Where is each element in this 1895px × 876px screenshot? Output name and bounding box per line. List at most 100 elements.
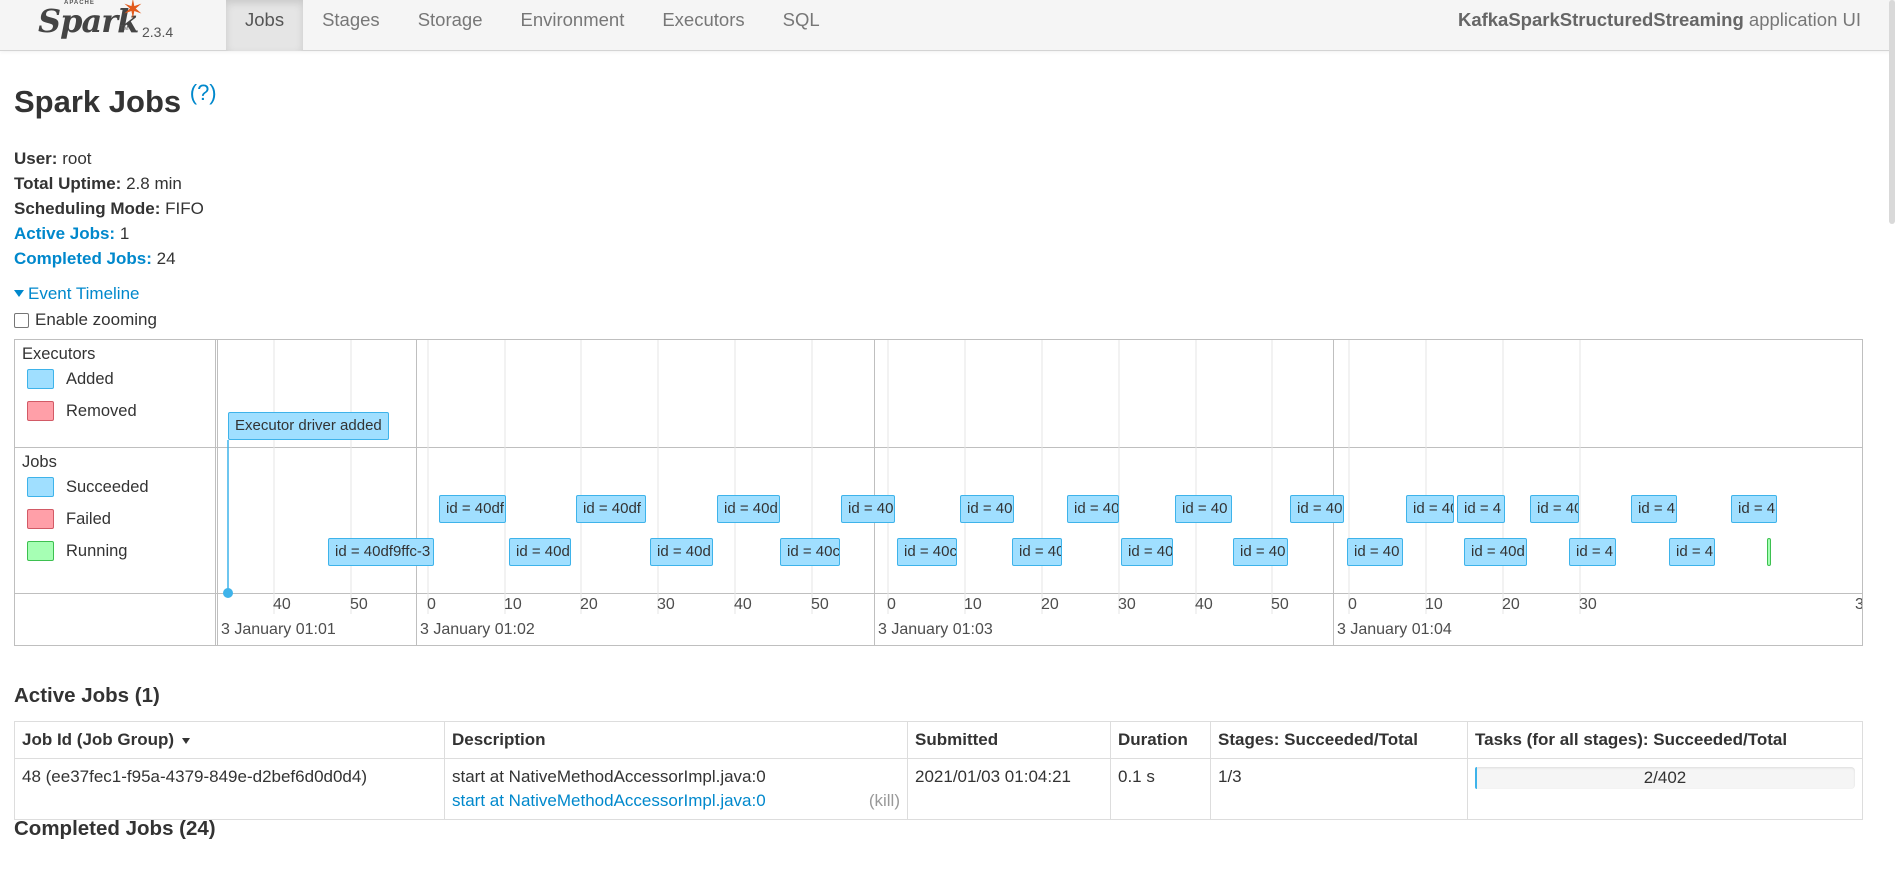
page-scrollbar[interactable] — [1889, 0, 1895, 224]
page-title: Spark Jobs (?) — [14, 80, 217, 120]
col-job-id[interactable]: Job Id (Job Group) — [14, 721, 445, 759]
succeeded-job-item[interactable]: id = 40df — [576, 495, 646, 523]
cell-description: start at NativeMethodAccessorImpl.java:0… — [444, 758, 908, 820]
minor-tick-label: 0 — [427, 596, 436, 613]
succeeded-job-item[interactable]: id = 4 — [1457, 495, 1505, 523]
active-jobs-link[interactable]: Active Jobs: — [14, 224, 115, 243]
legend-failed-swatch — [27, 509, 54, 529]
executor-added-marker-dot — [223, 588, 233, 598]
minor-tick-label: 0 — [887, 596, 896, 613]
succeeded-job-item[interactable]: id = 40 — [1121, 538, 1173, 566]
succeeded-job-item[interactable]: id = 40 — [1175, 495, 1232, 523]
tab-jobs[interactable]: Jobs — [226, 0, 304, 51]
tab-storage[interactable]: Storage — [399, 0, 502, 51]
spark-logo[interactable]: APACHE Spark ✶ TM 2.3.4 — [38, 0, 188, 50]
legend-running-swatch — [27, 541, 54, 561]
col-tasks[interactable]: Tasks (for all stages): Succeeded/Total — [1467, 721, 1863, 759]
succeeded-job-item[interactable]: id = 4 — [1569, 538, 1616, 566]
timeline-groups: Executors Added Removed Jobs Succeeded F… — [15, 340, 216, 645]
tab-environment[interactable]: Environment — [501, 0, 643, 51]
minor-tick-label: 30 — [1579, 596, 1597, 613]
summary-completed-jobs: Completed Jobs: 24 — [14, 246, 204, 271]
legend-failed-label: Failed — [66, 509, 111, 528]
succeeded-job-item[interactable]: id = 40df9ffc-3 — [328, 538, 434, 566]
col-description[interactable]: Description — [444, 721, 908, 759]
expand-arrow-icon — [14, 290, 24, 298]
minor-tick-label: 50 — [811, 596, 829, 613]
succeeded-job-item[interactable]: id = 40d — [717, 495, 780, 523]
succeeded-job-item[interactable]: id = 40df — [439, 495, 506, 523]
col-duration[interactable]: Duration — [1110, 721, 1211, 759]
summary-scheduling: Scheduling Mode: FIFO — [14, 196, 204, 221]
active-jobs-table: Job Id (Job Group) Description Submitted… — [14, 721, 1863, 820]
top-navbar: APACHE Spark ✶ TM 2.3.4 Jobs Stages Stor… — [0, 0, 1895, 51]
job-description-text: start at NativeMethodAccessorImpl.java:0 — [452, 767, 766, 786]
event-timeline[interactable]: Executors Added Removed Jobs Succeeded F… — [14, 339, 1863, 646]
succeeded-job-item[interactable]: id = 4 — [1669, 538, 1715, 566]
minor-tick-label: 30 — [1118, 596, 1136, 613]
completed-jobs-heading[interactable]: Completed Jobs (24) — [14, 817, 216, 841]
succeeded-job-item[interactable]: id = 40c — [897, 538, 957, 566]
succeeded-job-item[interactable]: id = 4 — [1631, 495, 1677, 523]
summary-uptime: Total Uptime: 2.8 min — [14, 171, 204, 196]
succeeded-job-item[interactable]: id = 40d — [509, 538, 571, 566]
kill-job-button[interactable]: (kill) — [869, 791, 900, 811]
minor-tick-label: 10 — [1425, 596, 1443, 613]
spark-version: 2.3.4 — [142, 24, 174, 40]
minor-tick-label: 40 — [734, 596, 752, 613]
minor-tick-label: 10 — [504, 596, 522, 613]
tasks-progress-bar: 2/402 — [1475, 767, 1855, 789]
major-tick-label: 3 January 01:01 — [221, 621, 336, 638]
jobs-group-title: Jobs — [22, 453, 57, 471]
succeeded-job-item[interactable]: id = 40 — [960, 495, 1014, 523]
summary-user-value: root — [62, 149, 92, 168]
succeeded-job-item[interactable]: id = 40 — [1406, 495, 1454, 523]
minor-tick-label: 50 — [1271, 596, 1289, 613]
cell-submitted: 2021/01/03 01:04:21 — [907, 758, 1111, 820]
active-jobs-heading[interactable]: Active Jobs (1) — [14, 684, 160, 708]
enable-zooming[interactable]: Enable zooming — [14, 310, 157, 330]
succeeded-job-item[interactable]: id = 40 — [1012, 538, 1062, 566]
enable-zooming-checkbox[interactable] — [14, 312, 29, 328]
succeeded-job-item[interactable]: id = 40d — [650, 538, 713, 566]
help-link[interactable]: (?) — [190, 80, 217, 105]
legend-removed-swatch — [27, 401, 54, 421]
succeeded-job-item[interactable]: id = 40 — [1530, 495, 1579, 523]
running-job-item[interactable] — [1767, 538, 1771, 566]
col-job-id-label: Job Id (Job Group) — [22, 730, 175, 749]
legend-added: Added — [27, 369, 114, 389]
col-submitted[interactable]: Submitted — [907, 721, 1111, 759]
col-stages[interactable]: Stages: Succeeded/Total — [1210, 721, 1468, 759]
application-title: KafkaSparkStructuredStreaming applicatio… — [1458, 9, 1861, 31]
succeeded-job-item[interactable]: id = 40 — [1067, 495, 1119, 523]
legend-removed-label: Removed — [66, 401, 137, 420]
succeeded-job-item[interactable]: id = 40 — [1233, 538, 1288, 566]
trademark-text: TM — [120, 26, 129, 32]
description-actions: start at NativeMethodAccessorImpl.java:0… — [452, 791, 900, 811]
executor-driver-added-event[interactable]: Executor driver added — [228, 412, 389, 440]
tab-stages[interactable]: Stages — [303, 0, 399, 51]
succeeded-job-item[interactable]: id = 4 — [1731, 495, 1777, 523]
tab-sql[interactable]: SQL — [764, 0, 839, 51]
succeeded-job-item[interactable]: id = 40 — [841, 495, 895, 523]
major-tick-label: 3 January 01:04 — [1337, 621, 1452, 638]
succeeded-job-item[interactable]: id = 40 — [1290, 495, 1344, 523]
event-timeline-toggle[interactable]: Event Timeline — [14, 284, 140, 304]
completed-jobs-link[interactable]: Completed Jobs: — [14, 249, 152, 268]
cell-job-id[interactable]: 48 (ee37fec1-f95a-4379-849e-d2bef6d0d0d4… — [14, 758, 445, 820]
major-tick-label: 3 January 01:02 — [420, 621, 535, 638]
tab-executors[interactable]: Executors — [643, 0, 763, 51]
table-header-row: Job Id (Job Group) Description Submitted… — [14, 721, 1863, 759]
legend-running-label: Running — [66, 541, 128, 560]
tasks-progress-text: 2/402 — [1643, 768, 1687, 787]
succeeded-job-item[interactable]: id = 40d — [1464, 538, 1527, 566]
timeline-canvas[interactable]: Executor driver added id = 40df9ffc-3 id … — [217, 340, 1862, 645]
minor-tick-label: 20 — [1502, 596, 1520, 613]
summary-user: User: root — [14, 146, 204, 171]
summary-uptime-value: 2.8 min — [126, 174, 182, 193]
job-description-link[interactable]: start at NativeMethodAccessorImpl.java:0 — [452, 791, 766, 811]
succeeded-job-item[interactable]: id = 40c — [780, 538, 840, 566]
minor-tick-label: 0 — [1348, 596, 1357, 613]
enable-zooming-label: Enable zooming — [35, 310, 157, 329]
succeeded-job-item[interactable]: id = 40 — [1347, 538, 1403, 566]
